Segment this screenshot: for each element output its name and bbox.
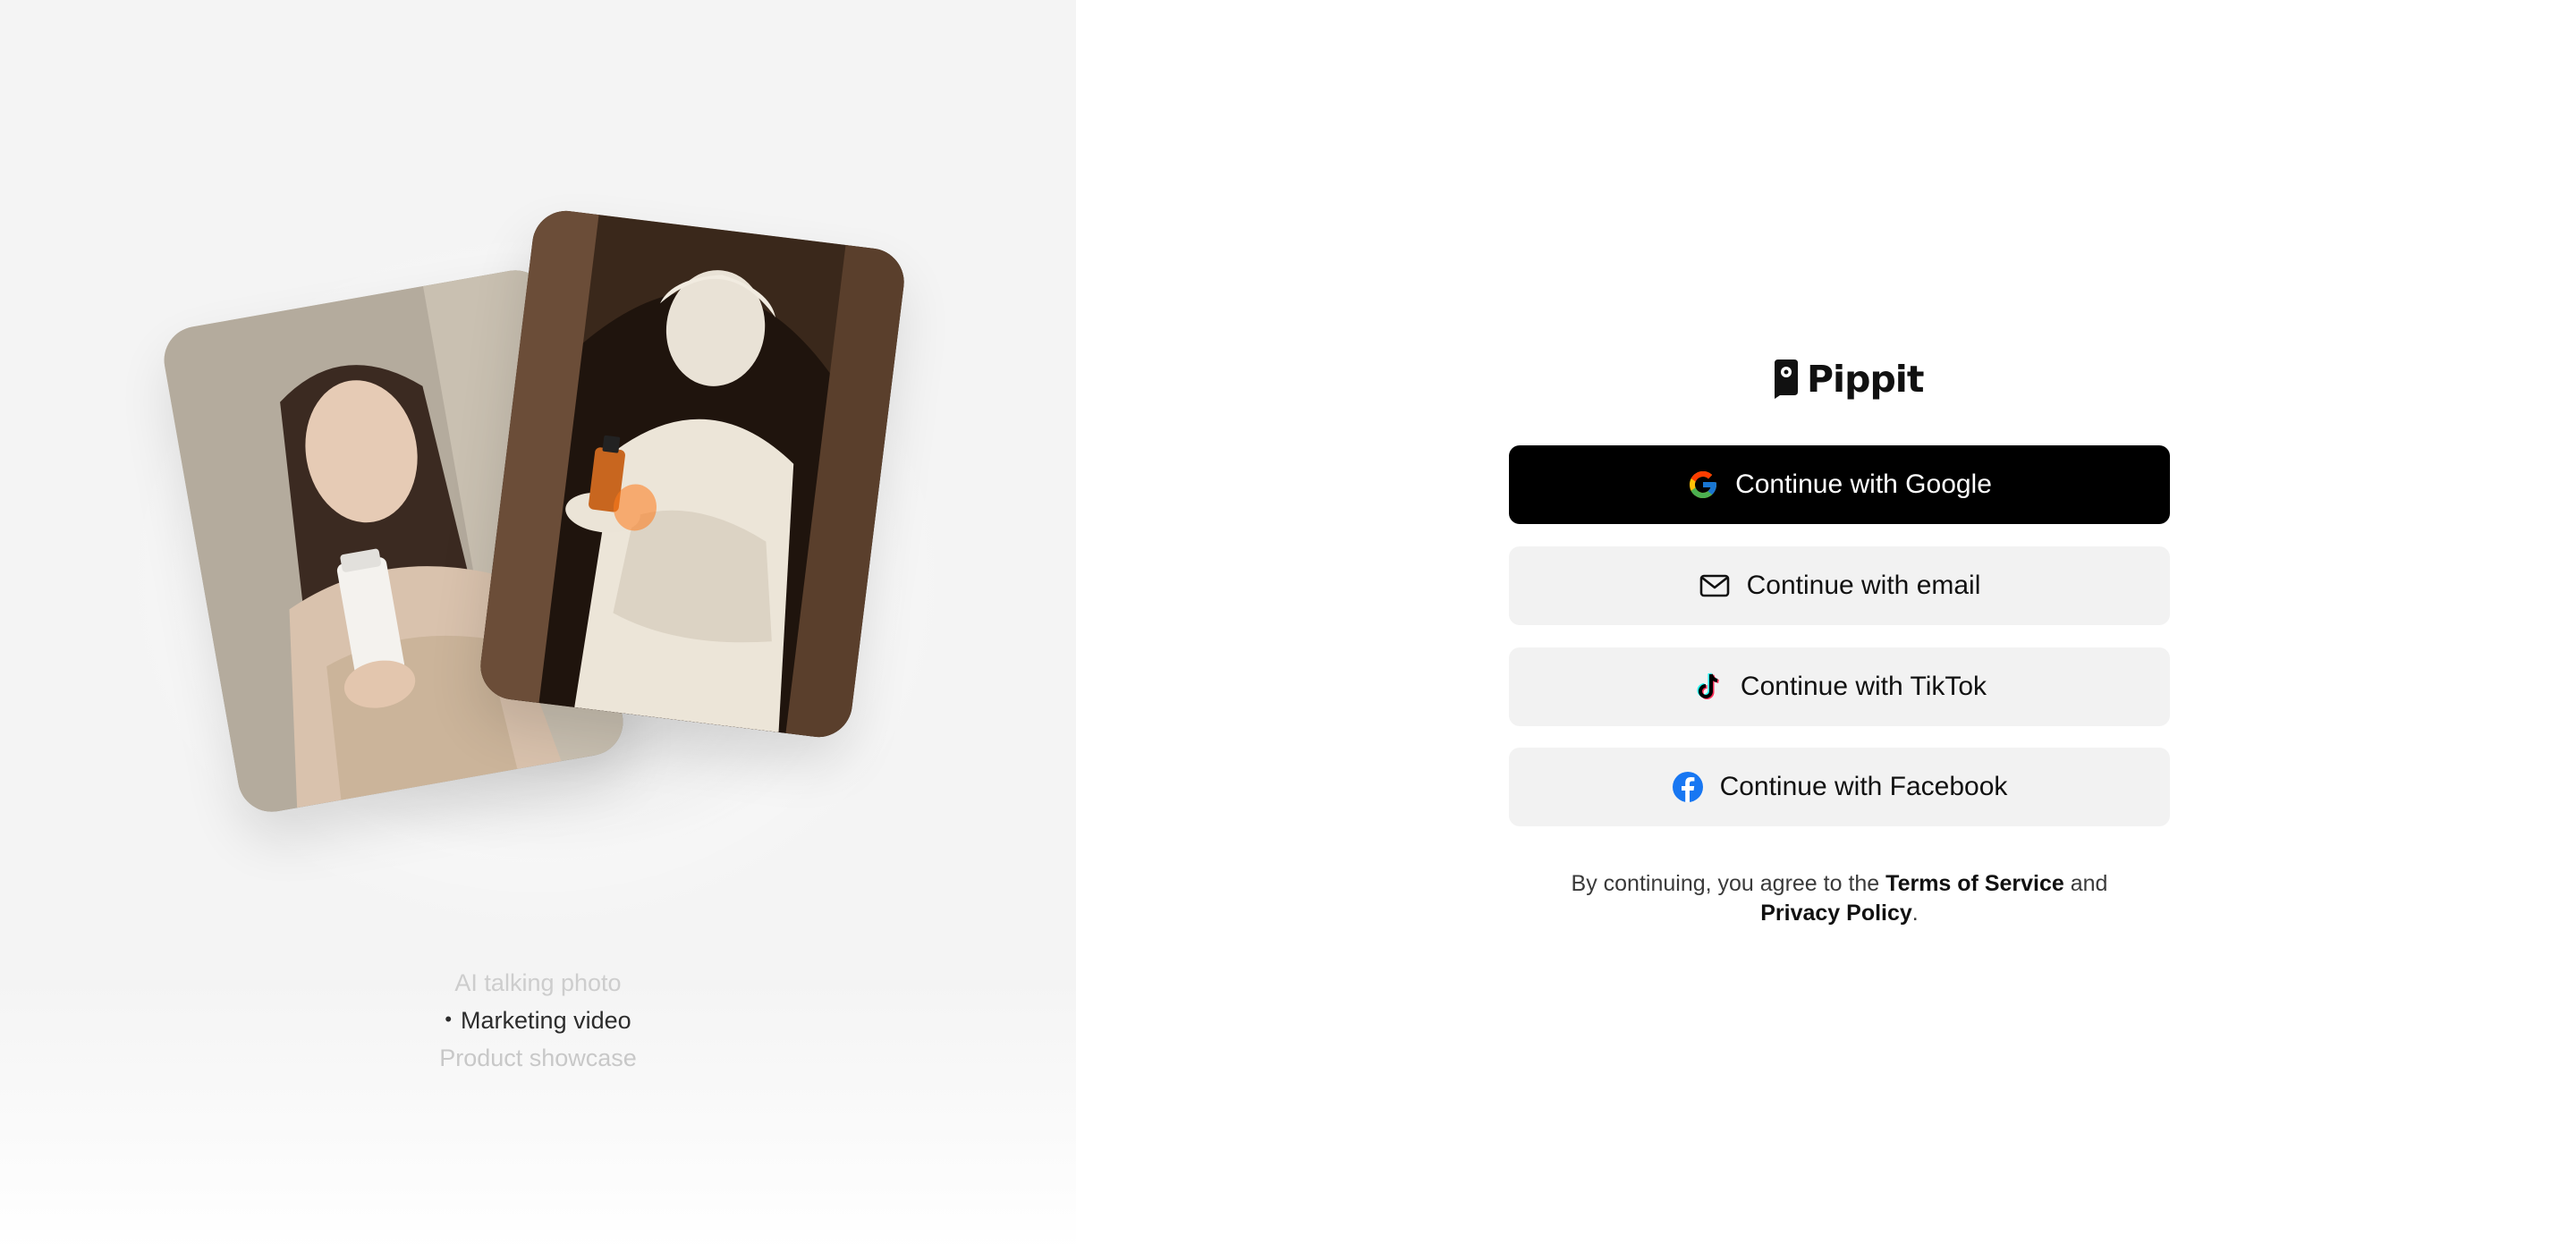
caption-active-text: Marketing video — [461, 1007, 631, 1034]
legal-suffix: . — [1911, 901, 1919, 926]
showcase-card-statue — [477, 207, 908, 741]
auth-panel — [1076, 0, 2576, 1252]
caption-previous: AI talking photo — [454, 969, 622, 996]
terms-of-service-link[interactable]: Terms of Service — [1885, 871, 2064, 896]
showcase-panel: AI talking photo • Marketing video Produc… — [0, 0, 1076, 1252]
privacy-policy-link[interactable]: Privacy Policy — [1760, 901, 1912, 926]
continue-with-google-label: Continue with Google — [1735, 470, 1992, 499]
continue-with-email-button[interactable]: Continue with email — [1509, 546, 2170, 625]
continue-with-tiktok-button[interactable]: Continue with TikTok — [1509, 647, 2170, 726]
caption-next: Product showcase — [439, 1045, 637, 1071]
google-icon — [1690, 471, 1717, 498]
mail-icon — [1699, 574, 1729, 597]
legal-and: and — [2063, 871, 2108, 896]
legal-notice: By continuing, you agree to the Terms of… — [1509, 869, 2170, 928]
statue-with-perfume-bottle-photo — [477, 207, 908, 741]
active-bullet: • — [445, 1008, 453, 1030]
legal-prefix: By continuing, you agree to the — [1571, 871, 1886, 896]
brand-name: Pippit — [1807, 358, 1924, 401]
continue-with-facebook-button[interactable]: Continue with Facebook — [1509, 748, 2170, 826]
continue-with-facebook-label: Continue with Facebook — [1719, 772, 2008, 801]
continue-with-google-button[interactable]: Continue with Google — [1509, 445, 2170, 524]
continue-with-email-label: Continue with email — [1746, 571, 1981, 600]
brand-logo: Pippit — [1771, 358, 1924, 401]
continue-with-tiktok-label: Continue with TikTok — [1740, 672, 1987, 701]
pippit-mark-icon — [1775, 360, 1798, 399]
caption-active: • Marketing video — [0, 1007, 1076, 1035]
facebook-icon — [1672, 772, 1703, 802]
tiktok-icon — [1697, 673, 1719, 699]
